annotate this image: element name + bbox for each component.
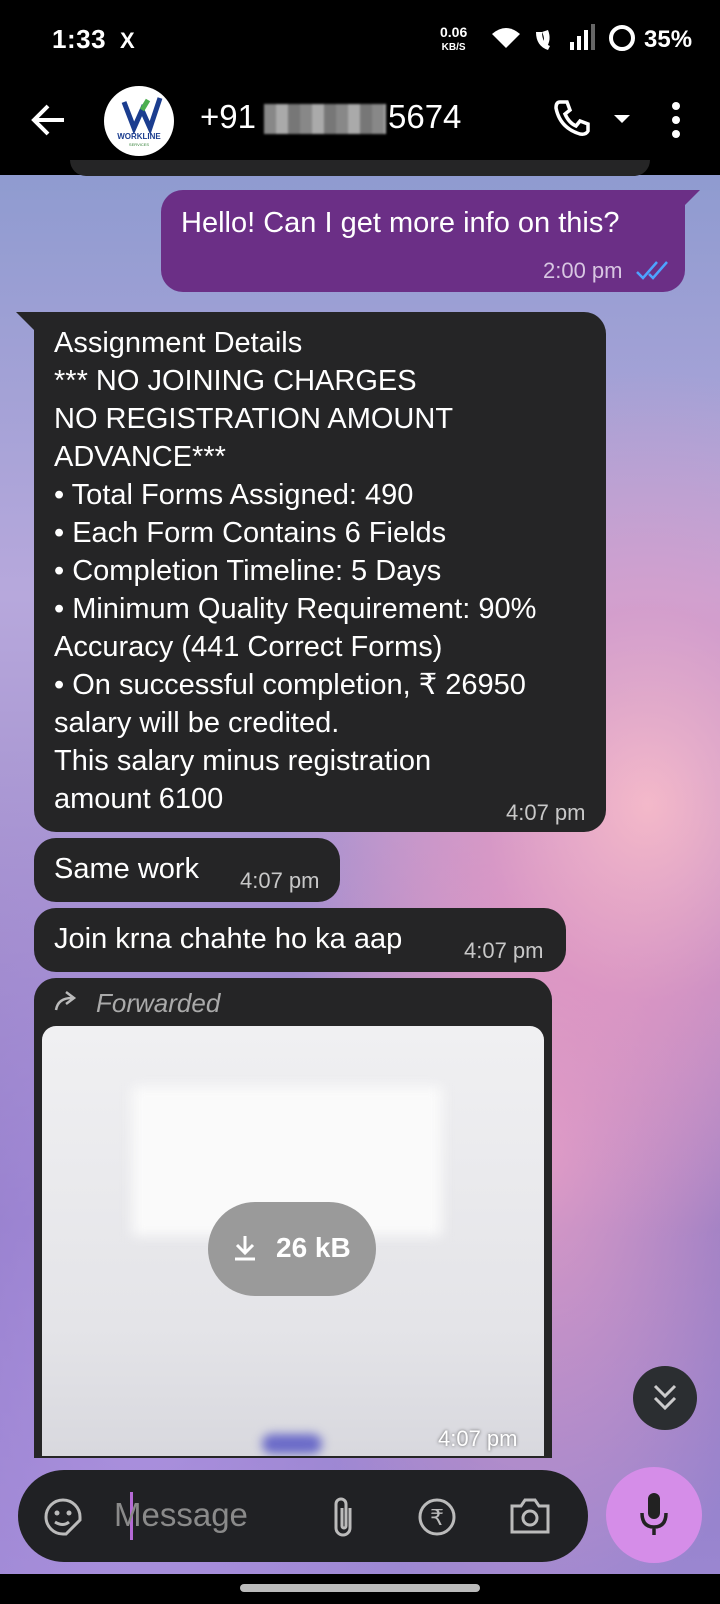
message-text: Hello! Can I get more info on this? — [181, 207, 620, 239]
message-bubble-incoming[interactable]: Join krna chahte ho ka aap 4:07 pm — [34, 908, 566, 972]
home-gesture-pill[interactable] — [240, 1584, 480, 1592]
wifi-call-signal-icons — [492, 24, 635, 51]
double-tick-read-icon — [636, 261, 668, 280]
status-time: 1:33 — [52, 24, 107, 54]
message-bubble-incoming[interactable]: Assignment Details *** NO JOINING CHARGE… — [34, 312, 606, 832]
net-speed-value: 0.06 — [440, 24, 468, 40]
download-size: 26 kB — [276, 1232, 351, 1263]
bubble-tail — [680, 190, 700, 210]
more-options-icon[interactable] — [668, 100, 684, 145]
microphone-icon — [640, 1493, 668, 1535]
contact-prefix: +91 — [200, 98, 256, 135]
message-time: 2:00 pm — [543, 258, 623, 283]
camera-icon[interactable] — [508, 1496, 552, 1536]
message-input[interactable]: Message — [114, 1496, 248, 1534]
message-text: Same work — [54, 853, 200, 885]
message-time: 4:07 pm — [240, 868, 320, 893]
message-bubble-incoming[interactable]: Same work 4:07 pm — [34, 838, 340, 902]
bubble-tail — [16, 312, 36, 332]
network-speed: 0.06 KB/S — [440, 24, 468, 54]
back-arrow-icon[interactable] — [28, 100, 68, 145]
svg-text:₹: ₹ — [430, 1506, 444, 1531]
payment-rupee-icon[interactable]: ₹ — [416, 1496, 458, 1538]
scroll-to-bottom-button[interactable] — [633, 1366, 697, 1430]
status-icons — [488, 24, 638, 59]
forwarded-label: Forwarded — [96, 988, 221, 1018]
download-icon — [235, 1236, 255, 1261]
redacted-number — [264, 104, 386, 134]
forwarded-image-message[interactable]: Forwarded 26 kB 4:07 pm — [34, 978, 552, 1458]
message-text: Assignment Details *** NO JOINING CHARGE… — [54, 327, 537, 815]
previous-message-edge — [70, 160, 650, 176]
status-bar: 1:33 X 0.06 KB/S 35% — [0, 0, 720, 78]
message-composer: Message ₹ — [18, 1470, 588, 1562]
x-app-icon: X — [120, 28, 135, 53]
download-button[interactable]: 26 kB — [208, 1202, 376, 1296]
message-time: 4:07 pm — [464, 938, 544, 963]
contact-avatar[interactable]: WORKLINE SERVICES — [104, 86, 174, 156]
net-speed-unit: KB/S — [441, 42, 466, 53]
blur-button — [262, 1434, 322, 1454]
message-time: 4:07 pm — [438, 1426, 518, 1451]
voice-message-button[interactable] — [606, 1467, 702, 1563]
blurred-image-preview[interactable]: 26 kB 4:07 pm — [42, 1026, 544, 1456]
contact-suffix: 5674 — [387, 98, 462, 135]
attachment-paperclip-icon[interactable] — [328, 1494, 358, 1540]
call-options-chevron-icon[interactable] — [612, 112, 632, 130]
forward-arrow-icon — [54, 991, 77, 1011]
message-bubble-outgoing[interactable]: Hello! Can I get more info on this? 2:00… — [161, 190, 685, 292]
phone-icon[interactable] — [552, 98, 592, 143]
double-chevron-down-icon — [653, 1384, 677, 1411]
message-time: 4:07 pm — [506, 800, 586, 825]
battery-level: 35% — [644, 26, 693, 53]
logo-subtext: SERVICES — [129, 142, 149, 147]
workline-logo: WORKLINE SERVICES — [117, 97, 163, 147]
logo-text: WORKLINE — [117, 132, 161, 141]
message-text: Join krna chahte ho ka aap — [54, 923, 403, 955]
sticker-emoji-icon[interactable] — [42, 1496, 84, 1538]
gesture-navigation-bar — [0, 1574, 720, 1604]
